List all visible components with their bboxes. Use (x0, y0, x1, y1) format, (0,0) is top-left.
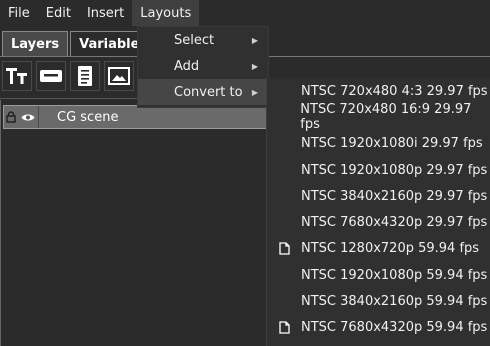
layer-row[interactable]: CG scene (3, 105, 268, 129)
panel-tabs: Layers Variables (0, 31, 157, 57)
eye-icon (21, 114, 35, 120)
menu-bar: File Edit Insert Layouts (0, 0, 490, 26)
menu-layouts[interactable]: Layouts (132, 0, 200, 26)
insert-text-button[interactable] (2, 61, 32, 91)
menu-edit[interactable]: Edit (38, 0, 79, 26)
menu-item-convert-to-label: Convert to (174, 84, 243, 100)
submenu-item-label: NTSC 7680x4320p 29.97 fps (301, 215, 488, 231)
submenu-item[interactable]: NTSC 7680x4320p 29.97 fps (267, 209, 490, 235)
tab-layers[interactable]: Layers (2, 31, 69, 56)
menu-item-select[interactable]: Select ▶ (138, 27, 268, 53)
submenu-item[interactable]: NTSC 720x480 4:3 29.97 fps (267, 78, 490, 104)
lock-toggle[interactable] (4, 106, 18, 128)
submenu-item-label: NTSC 1280x720p 59.94 fps (301, 241, 480, 257)
menu-item-add-label: Add (174, 58, 200, 74)
submenu-item-label: NTSC 3840x2160p 59.94 fps (301, 294, 488, 310)
submenu-arrow-icon: ▶ (251, 61, 258, 71)
submenu-item-label: NTSC 1920x1080p 29.97 fps (301, 162, 488, 178)
menu-item-add[interactable]: Add ▶ (138, 53, 268, 79)
document-icon (267, 239, 301, 259)
insert-textbox-button[interactable] (36, 61, 66, 91)
menu-file[interactable]: File (0, 0, 38, 26)
submenu-item[interactable]: NTSC 1920x1080p 59.94 fps (267, 262, 490, 288)
submenu-item-label: NTSC 1920x1080p 59.94 fps (301, 267, 488, 283)
submenu-item[interactable]: NTSC 7680x4320p 59.94 fps (267, 315, 490, 341)
layer-name: CG scene (57, 109, 119, 125)
submenu-arrow-icon: ▶ (251, 35, 258, 45)
menu-item-convert-to[interactable]: Convert to ▶ (138, 79, 268, 105)
submenu-item-label: NTSC 1920x1080i 29.97 fps (301, 136, 483, 152)
insert-toolbar (2, 61, 138, 93)
submenu-item[interactable]: NTSC 3840x2160p 59.94 fps (267, 288, 490, 314)
layers-panel-border (0, 100, 1, 346)
submenu-item-label: NTSC 720x480 4:3 29.97 fps (301, 83, 488, 99)
submenu-arrow-icon: ▶ (251, 87, 258, 97)
submenu-item[interactable]: NTSC 3840x2160p 29.97 fps (267, 183, 490, 209)
menu-item-select-label: Select (174, 32, 215, 48)
insert-document-button[interactable] (70, 61, 100, 91)
visibility-toggle[interactable] (18, 106, 39, 128)
submenu-item[interactable]: NTSC 720x480 16:9 29.97 fps (267, 102, 490, 133)
textbox-icon (40, 70, 62, 82)
image-icon (108, 67, 130, 85)
submenu-item-label: NTSC 3840x2160p 29.97 fps (301, 188, 488, 204)
submenu-item-label: NTSC 7680x4320p 59.94 fps (301, 320, 488, 336)
layouts-menu: Select ▶ Add ▶ Convert to ▶ (137, 26, 269, 108)
insert-image-button[interactable] (104, 61, 134, 91)
text-icon (6, 68, 27, 84)
submenu-item[interactable]: NTSC 1920x1080p 29.97 fps (267, 157, 490, 183)
document-icon (78, 66, 92, 86)
submenu-item[interactable]: NTSC 1280x720p 59.94 fps (267, 236, 490, 262)
submenu-item-label: NTSC 720x480 16:9 29.97 fps (300, 102, 472, 133)
convert-to-submenu: NTSC 720x480 4:3 29.97 fps NTSC 720x480 … (266, 78, 490, 346)
submenu-item[interactable]: NTSC 1920x1080i 29.97 fps (267, 131, 490, 157)
menu-insert[interactable]: Insert (79, 0, 132, 26)
document-icon (267, 318, 301, 338)
lock-icon (6, 111, 16, 123)
